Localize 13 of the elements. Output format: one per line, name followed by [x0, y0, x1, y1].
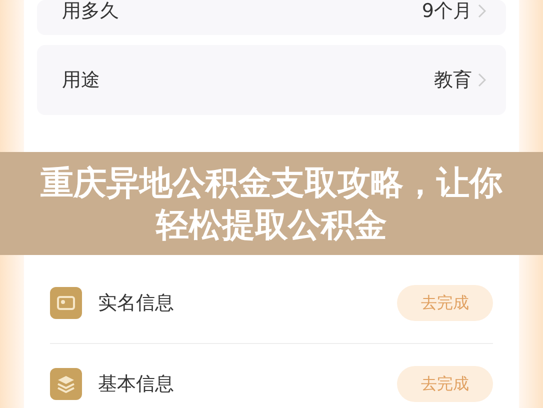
setting-value: 9个月	[422, 0, 472, 22]
setting-row[interactable]: 用多久 9个月	[37, 0, 506, 35]
task-label: 实名信息	[98, 291, 175, 316]
setting-label: 用途	[62, 68, 100, 93]
setting-label: 用多久	[62, 0, 119, 22]
id-card-icon	[50, 287, 82, 319]
article-title: 重庆异地公积金支取攻略，让你轻松提取公积金	[40, 162, 504, 246]
setting-value: 教育	[434, 68, 472, 93]
layers-icon	[50, 368, 82, 400]
chevron-icon	[478, 4, 486, 18]
setting-row[interactable]: 用途 教育	[37, 45, 506, 115]
chevron-icon	[478, 73, 486, 87]
task-label: 基本信息	[98, 372, 175, 397]
